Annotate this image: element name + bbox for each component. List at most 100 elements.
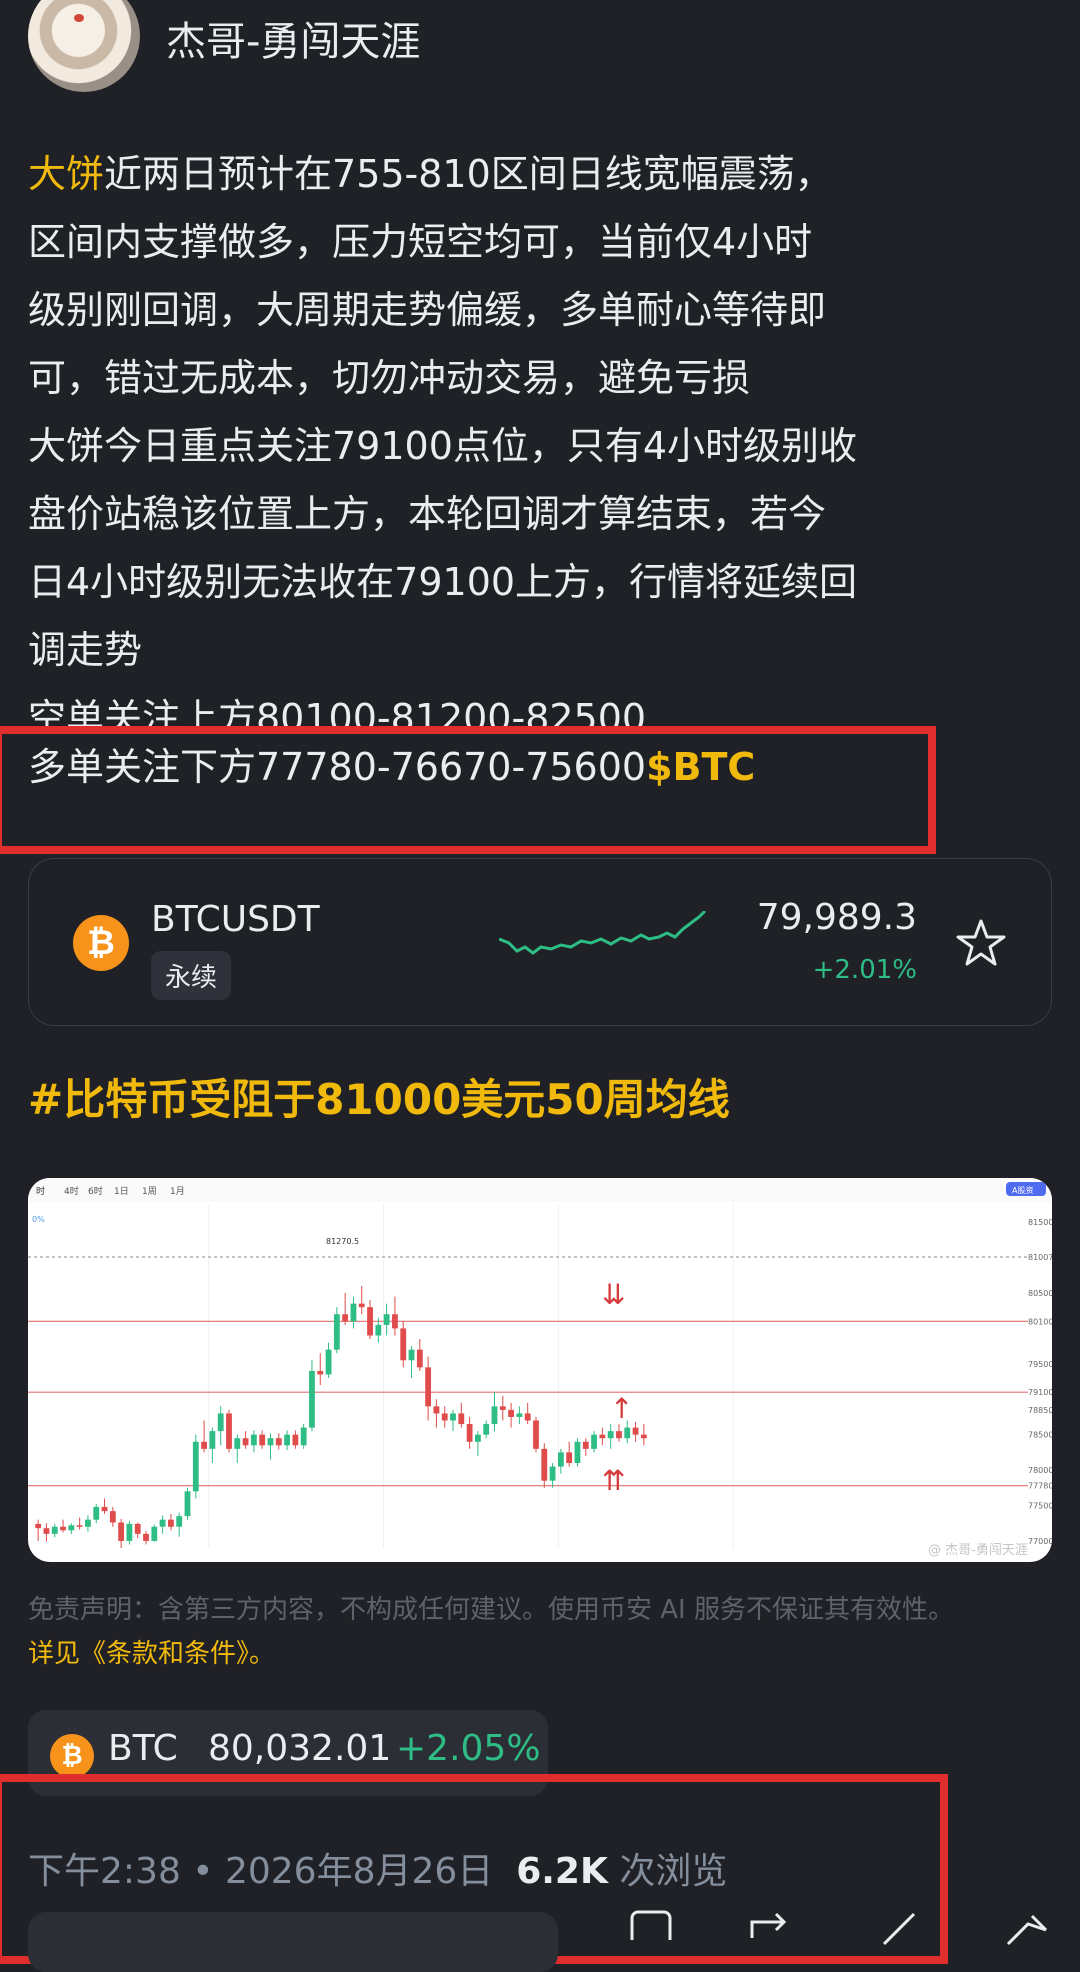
price-axis-label: 77000.0 — [1028, 1537, 1052, 1546]
chart-tab[interactable]: 1月 — [170, 1186, 185, 1197]
candle-body — [483, 1424, 490, 1435]
candle-body — [433, 1406, 440, 1414]
candle-body — [226, 1413, 232, 1449]
candle-body — [367, 1307, 373, 1336]
candle-body — [450, 1413, 456, 1421]
candle-body — [358, 1303, 365, 1308]
candle-body — [118, 1522, 125, 1541]
candle-body — [85, 1519, 91, 1527]
price-axis-label: 79500.0 — [1028, 1360, 1052, 1369]
candle-body — [76, 1525, 83, 1527]
candle-body — [516, 1413, 523, 1417]
candle-body — [217, 1413, 224, 1432]
candle-body — [101, 1506, 108, 1512]
candle-body — [541, 1448, 548, 1481]
candle-body — [168, 1519, 174, 1527]
post-line: 可，错过无成本，切勿冲动交易，避免亏损 — [28, 356, 751, 400]
author-name[interactable]: 杰哥-勇闯天涯 — [166, 9, 420, 67]
chart-image[interactable]: 时 4时 6时 1日 1周 1月 A股资 0% 81500.0 81007.7 80… — [28, 1178, 1052, 1562]
ticker-card[interactable]: ₿ BTCUSDT 永续 79,989.3 +2.01% — [28, 858, 1052, 1026]
chip-price: 80,032.01 — [208, 1728, 392, 1769]
candle-body — [425, 1367, 432, 1407]
candle-body — [143, 1533, 149, 1541]
post-line: 调走势 — [28, 628, 143, 672]
disclaimer-text: 免责声明：含第三方内容，不构成任何建议。使用币安 AI 服务不保证其有效性。 — [28, 1595, 954, 1625]
chart-tab[interactable]: 6时 — [88, 1185, 103, 1197]
post-line: 大饼今日重点关注79100点位，只有4小时级别收 — [28, 424, 858, 468]
candle-body — [416, 1349, 423, 1368]
candle-body — [151, 1526, 158, 1541]
arrow-up-icon: ↑ — [610, 1392, 633, 1425]
candle-body — [43, 1528, 50, 1534]
candle-body — [640, 1434, 647, 1439]
candle-body — [375, 1324, 382, 1336]
candle-body — [566, 1452, 573, 1463]
candle-body — [582, 1441, 589, 1449]
candle-body — [159, 1519, 166, 1527]
candle-body — [508, 1409, 514, 1417]
chip-symbol: BTC — [108, 1728, 178, 1769]
candle-body — [392, 1314, 398, 1329]
chart-tab[interactable]: 1日 — [114, 1186, 129, 1197]
candle-body — [93, 1506, 100, 1520]
candle-body — [35, 1523, 42, 1529]
candle-body — [109, 1511, 116, 1523]
candle-body — [400, 1328, 407, 1361]
price-axis-label: 79100.0 — [1028, 1388, 1052, 1397]
price-axis-label: 78000.0 — [1028, 1466, 1052, 1475]
post-highlight[interactable]: 大饼 — [28, 152, 104, 196]
comment-icon[interactable] — [626, 1910, 676, 1948]
candle-body — [234, 1438, 241, 1449]
price-axis-label: 77780.0 — [1028, 1482, 1052, 1491]
chart-tab[interactable]: 4时 — [64, 1185, 79, 1197]
candle-body — [325, 1349, 332, 1375]
chart-top-right-label[interactable]: A股资 — [1012, 1185, 1033, 1195]
highlight-box — [0, 726, 936, 854]
candle-body — [574, 1441, 581, 1463]
candle-body — [134, 1523, 141, 1534]
hashtag-heading[interactable]: #比特币受阻于81000美元50周均线 — [28, 1066, 730, 1127]
candle-body — [284, 1434, 290, 1446]
candle-body — [466, 1424, 473, 1442]
candle-body — [632, 1427, 639, 1435]
candle-body — [184, 1491, 191, 1517]
post-header: 杰哥-勇闯天涯 — [28, 0, 420, 100]
bitcoin-icon: ₿ — [50, 1734, 94, 1778]
post-line: 盘价站稳该位置上方，本轮回调才算结束，若今 — [28, 492, 827, 536]
price-axis-label: 81500.0 — [1028, 1218, 1052, 1227]
chart-price-axis: 81500.0 81007.7 80500.0 80100.0 79500.0 79100… — [1028, 1218, 1052, 1546]
sparkline — [499, 911, 707, 955]
share-icon[interactable] — [1002, 1910, 1052, 1948]
chart-tab[interactable]: 1周 — [142, 1186, 157, 1197]
candle-body — [533, 1420, 539, 1449]
candle-body — [250, 1434, 257, 1446]
candle-body — [591, 1434, 597, 1449]
candle-body — [192, 1441, 199, 1492]
candle-body — [616, 1431, 622, 1439]
star-icon[interactable] — [955, 917, 1007, 969]
candle-body — [242, 1438, 249, 1446]
post-line: 区间内支撑做多，压力短空均可，当前仅4小时 — [28, 220, 813, 264]
chart-grid — [208, 1204, 734, 1548]
candle-body — [607, 1431, 614, 1439]
quote-icon[interactable] — [874, 1910, 924, 1948]
candle-body — [309, 1370, 315, 1428]
avatar-dot — [74, 14, 84, 22]
avatar[interactable] — [28, 0, 140, 92]
candle-body — [275, 1438, 282, 1446]
repost-icon[interactable] — [744, 1910, 794, 1948]
candle-body — [408, 1349, 415, 1361]
comment-input[interactable] — [28, 1912, 558, 1972]
candle-body — [209, 1431, 216, 1449]
chart-tab[interactable]: 时 — [36, 1185, 45, 1197]
candle-body — [292, 1434, 299, 1446]
ticker-symbol: BTCUSDT — [151, 899, 320, 940]
arrow-up-double-icon: ⇈ — [602, 1464, 625, 1497]
terms-link[interactable]: 详见《条款和条件》。 — [28, 1632, 1058, 1676]
post-line: 级别刚回调，大周期走势偏缓，多单耐心等待即 — [28, 288, 827, 332]
candle-body — [557, 1452, 564, 1467]
candle-body — [317, 1370, 324, 1375]
candle-body — [333, 1314, 340, 1350]
candle-body — [524, 1413, 531, 1421]
candlestick-chart: 时 4时 6时 1日 1周 1月 A股资 0% 81500.0 81007.7 80… — [28, 1178, 1052, 1558]
